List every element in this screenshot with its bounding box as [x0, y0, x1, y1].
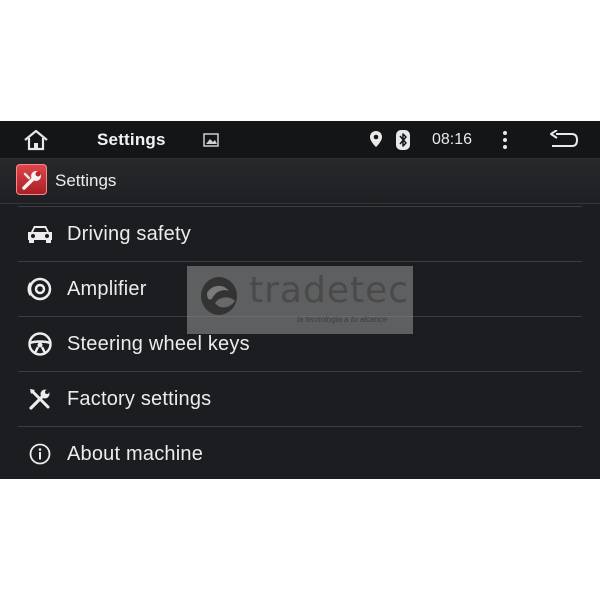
status-bar: Settings 08:16 [0, 121, 600, 159]
list-item-label: Amplifier [67, 277, 147, 300]
list-item-factory-settings[interactable]: Factory settings [18, 372, 582, 427]
android-screen: Settings 08:16 Settings Driving safety A… [0, 121, 600, 479]
list-item-label: Driving safety [67, 222, 191, 245]
overflow-menu-button[interactable] [498, 128, 512, 152]
settings-app-icon [16, 164, 47, 195]
app-title: Settings [55, 171, 117, 190]
bluetooth-icon [396, 130, 410, 150]
list-item-label: Factory settings [67, 387, 212, 410]
steering-wheel-icon [26, 330, 54, 358]
app-title-bar: Settings [0, 159, 600, 204]
location-icon [370, 131, 382, 147]
status-bar-title: Settings [97, 130, 166, 149]
settings-list: Driving safety Amplifier Steering wheel … [0, 206, 600, 479]
tools-icon [26, 385, 54, 413]
list-item-steering-wheel-keys[interactable]: Steering wheel keys [18, 317, 582, 372]
info-icon [26, 440, 54, 468]
home-button[interactable] [20, 126, 52, 154]
car-icon [26, 220, 54, 248]
image-notification-icon [201, 131, 221, 149]
location-status [367, 129, 385, 149]
list-item-driving-safety[interactable]: Driving safety [18, 206, 582, 262]
list-item-label: About machine [67, 442, 204, 465]
bluetooth-status [395, 129, 411, 151]
list-item-amplifier[interactable]: Amplifier [18, 262, 582, 317]
overflow-menu-icon [503, 131, 507, 149]
speaker-icon [26, 275, 54, 303]
list-item-label: Steering wheel keys [67, 332, 250, 355]
back-button[interactable] [545, 127, 583, 153]
settings-wrench-icon [21, 170, 41, 190]
image-icon [203, 133, 219, 147]
back-icon [550, 130, 579, 147]
clock: 08:16 [432, 131, 473, 148]
home-icon [24, 129, 48, 151]
list-item-about-machine[interactable]: About machine [18, 427, 582, 479]
